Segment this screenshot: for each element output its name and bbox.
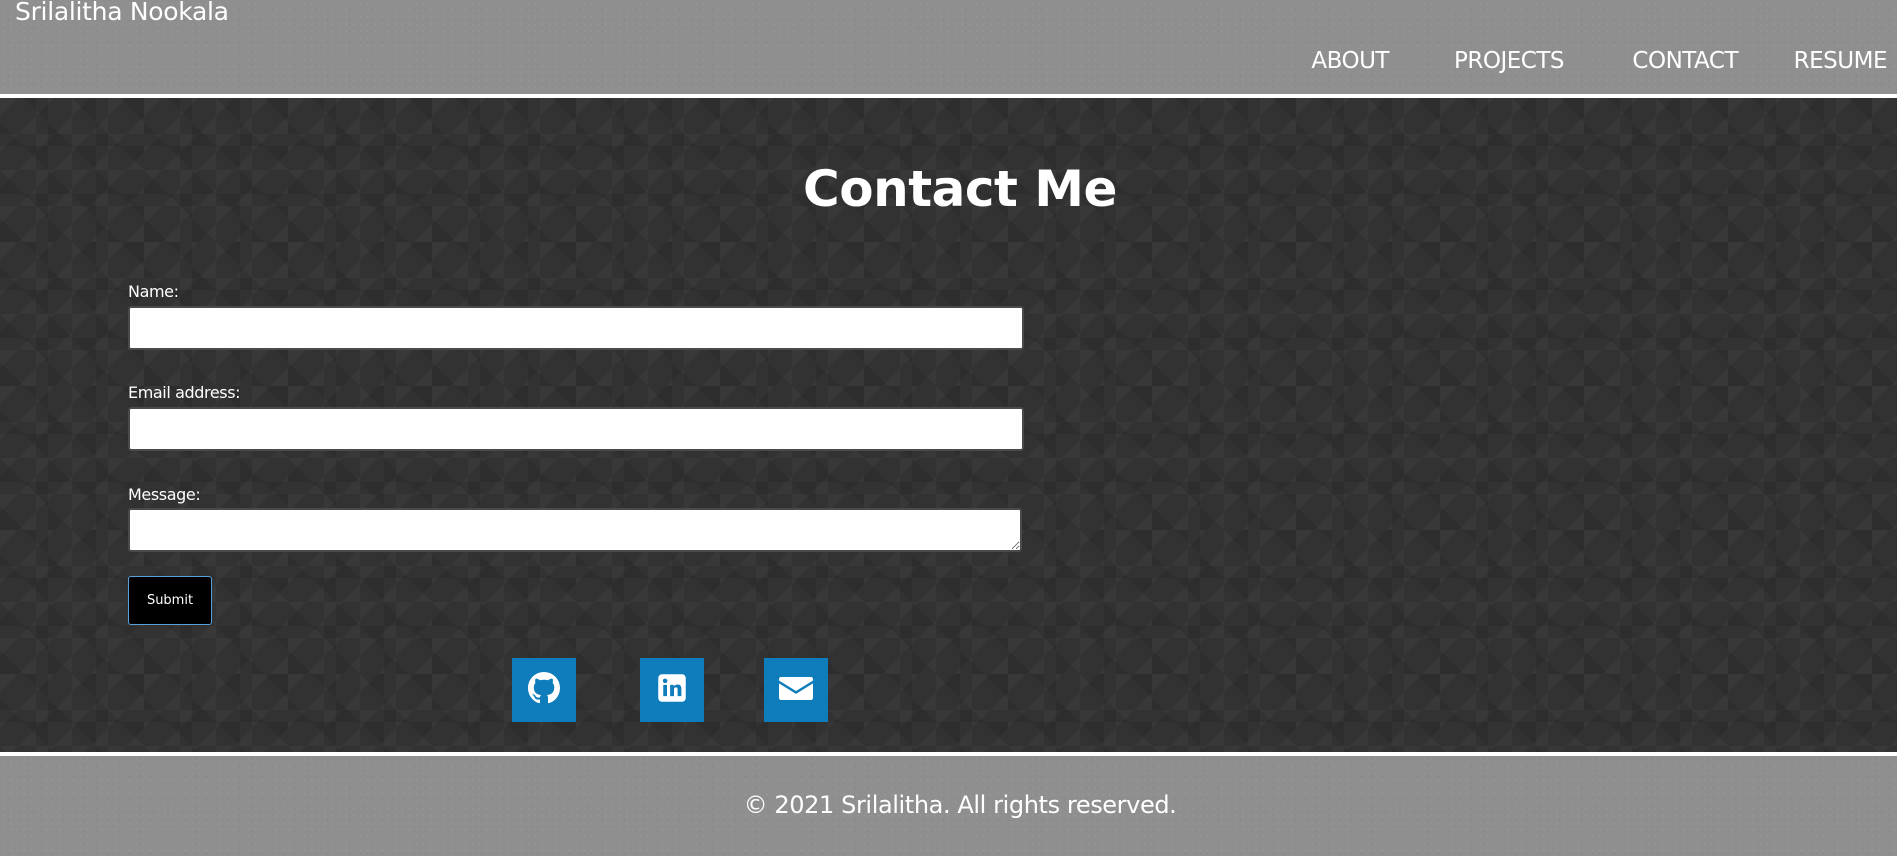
linkedin-icon bbox=[657, 673, 687, 708]
contact-section: Contact Me Name: Email address: Message:… bbox=[0, 98, 1897, 754]
page-title: Contact Me bbox=[803, 160, 1117, 218]
nav-about[interactable]: ABOUT bbox=[1311, 48, 1389, 74]
github-icon bbox=[528, 671, 560, 709]
brand-name[interactable]: Srilalitha Nookala bbox=[15, 0, 229, 26]
copyright-text: © 2021 Srilalitha. All rights reserved. bbox=[743, 791, 1177, 819]
envelope-icon bbox=[779, 674, 813, 707]
message-field[interactable] bbox=[128, 508, 1022, 552]
name-label: Name: bbox=[128, 282, 179, 301]
site-footer: © 2021 Srilalitha. All rights reserved. bbox=[0, 756, 1897, 856]
nav-contact[interactable]: CONTACT bbox=[1632, 48, 1738, 74]
nav-projects[interactable]: PROJECTS bbox=[1454, 48, 1564, 74]
github-link[interactable] bbox=[512, 658, 576, 722]
email-link[interactable] bbox=[764, 658, 828, 722]
submit-button[interactable]: Submit bbox=[128, 576, 212, 625]
nav-resume[interactable]: RESUME bbox=[1794, 48, 1888, 74]
site-header: Srilalitha Nookala ABOUT PROJECTS CONTAC… bbox=[0, 0, 1897, 96]
email-field[interactable] bbox=[128, 407, 1024, 451]
name-field[interactable] bbox=[128, 306, 1024, 350]
linkedin-link[interactable] bbox=[640, 658, 704, 722]
email-label: Email address: bbox=[128, 383, 241, 402]
message-label: Message: bbox=[128, 485, 201, 504]
